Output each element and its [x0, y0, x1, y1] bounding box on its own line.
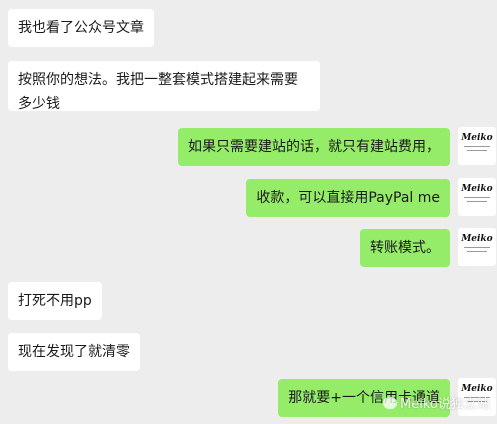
message-bubble-sent[interactable]: 如果只需要建站的话，就只有建站费用，: [178, 128, 450, 166]
avatar-decoration: [464, 146, 490, 147]
message-bubble-received[interactable]: 按照你的想法。我把一整套模式搭建起来需要多少钱: [8, 61, 320, 112]
message-bubble-received[interactable]: 现在发现了就清零: [8, 333, 140, 371]
avatar-decoration: [464, 197, 490, 198]
watermark-text: Meiko说独立站: [400, 397, 490, 412]
message-bubble-received[interactable]: 打死不用pp: [8, 282, 102, 320]
avatar-logo-text: Meiko: [461, 133, 493, 143]
message-bubble-received[interactable]: 我也看了公众号文章: [8, 9, 154, 47]
wechat-icon: [383, 396, 397, 409]
avatar-decoration: [464, 247, 490, 248]
message-bubble-sent[interactable]: 收款，可以直接用PayPal me: [246, 179, 450, 217]
avatar-logo-text: Meiko: [461, 184, 493, 194]
watermark: Meiko说独立站: [383, 393, 490, 412]
user-avatar[interactable]: Meiko: [458, 228, 496, 266]
user-avatar[interactable]: Meiko: [458, 127, 496, 165]
avatar-decoration: [467, 201, 487, 202]
user-avatar[interactable]: Meiko: [458, 178, 496, 216]
message-bubble-sent[interactable]: 转账模式。: [360, 229, 450, 267]
avatar-decoration: [467, 251, 487, 252]
avatar-decoration: [467, 150, 487, 151]
avatar-logo-text: Meiko: [461, 234, 493, 244]
